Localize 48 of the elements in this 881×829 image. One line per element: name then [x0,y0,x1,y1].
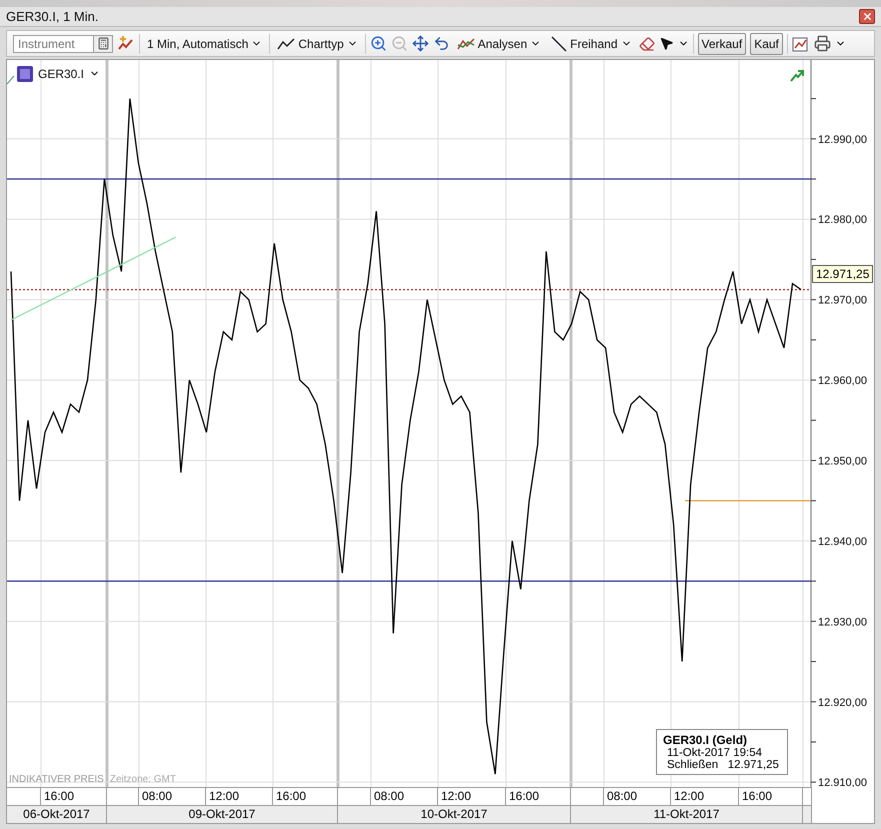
axis-label: 12.980,00 [818,214,867,226]
pen-chart-icon[interactable] [117,34,135,52]
interval-dropdown[interactable]: 1 Min, Automatisch [144,32,266,54]
eraser-icon[interactable] [638,36,654,52]
axis-label: 12.990,00 [818,134,867,146]
horizontal-line[interactable] [7,178,811,180]
sell-button[interactable]: Verkauf [698,32,746,54]
chart-type-dropdown[interactable]: Charttyp [274,32,361,54]
axis-label: 12.950,00 [818,455,867,468]
date-label: 10-Okt-2017 [338,806,571,823]
trend-arrow-icon [790,70,804,82]
date-label: 09-Okt-2017 [107,806,338,823]
close-icon [862,11,872,22]
date-label: 06-Okt-2017 [7,806,107,823]
cursor-icon[interactable] [658,36,674,51]
analyses-dropdown[interactable]: Analysen [454,32,544,54]
timezone-label: Zeitzone: GMT [110,774,176,785]
info-close: Schließen 12.971,25 [666,758,780,771]
zoom-in-icon[interactable] [370,35,387,52]
printer-icon[interactable] [814,35,831,52]
freehand-dropdown[interactable]: Freihand [548,32,634,54]
line-chart-icon [277,36,296,50]
instrument-field[interactable]: Instrument [13,34,93,52]
buy-button[interactable]: Kauf [750,32,783,54]
move-icon[interactable] [412,35,429,52]
trend-line-drawing[interactable] [11,236,177,321]
axis-label: 12.960,00 [818,374,867,387]
undo-icon[interactable] [432,35,450,52]
price-tag: 12.971,25 [812,264,874,283]
cfd-icon [17,66,33,82]
info-title: GER30.I (Geld) [663,732,748,747]
line-tool-icon [551,36,568,52]
axis-label: 12.930,00 [818,616,867,628]
instrument-name[interactable]: GER30.I [38,66,84,81]
close-button[interactable] [859,9,875,24]
axis-label: 12.940,00 [818,536,867,548]
date-label: 11-Okt-2017 [571,806,803,823]
axis-label: 12.920,00 [818,696,867,708]
chart-settings-icon[interactable] [792,34,810,52]
horizontal-line[interactable] [7,580,811,582]
axis-label: 12.970,00 [818,294,867,306]
analysis-chart-icon [456,36,475,50]
calculator-icon[interactable] [93,34,113,52]
drawing-tool-line[interactable] [7,75,14,84]
indicative-label: INDIKATIVER PREIS [9,774,104,785]
info-time: 11-Okt-2017 19:54 [666,746,764,759]
horizontal-line[interactable] [7,288,811,290]
window-title: GER30.I, 1 Min. [6,9,98,24]
